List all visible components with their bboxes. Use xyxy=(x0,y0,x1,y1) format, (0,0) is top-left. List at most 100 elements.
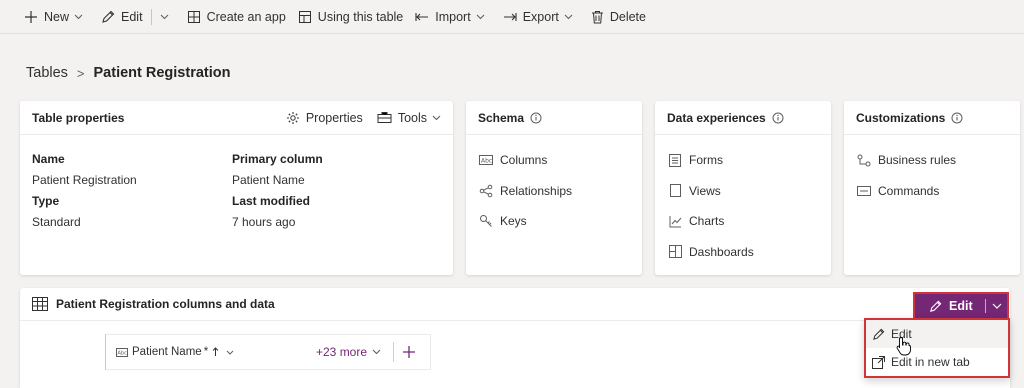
edit-label: Edit xyxy=(121,9,143,24)
command-bar: New Edit Create an app Using this table … xyxy=(0,0,1024,34)
chevron-down-icon xyxy=(74,14,83,20)
toolbox-icon xyxy=(377,111,392,124)
using-table-label: Using this table xyxy=(317,9,404,24)
trash-icon xyxy=(591,10,604,24)
app-grid-icon xyxy=(187,10,201,24)
views-link[interactable]: Views xyxy=(667,176,819,207)
pencil-icon xyxy=(101,10,115,24)
chevron-down-icon xyxy=(372,349,381,355)
plus-icon xyxy=(402,345,416,359)
forms-label: Forms xyxy=(689,153,723,168)
relationships-link[interactable]: Relationships xyxy=(478,176,630,207)
edit-button[interactable]: Edit xyxy=(915,294,985,318)
more-columns-button[interactable]: +23 more xyxy=(310,345,381,359)
charts-link[interactable]: Charts xyxy=(667,206,819,237)
pencil-icon xyxy=(872,328,885,341)
command-icon xyxy=(856,185,872,196)
sort-up-arrow-icon xyxy=(212,347,219,357)
add-column-button[interactable] xyxy=(393,342,416,362)
breadcrumb: Tables > Patient Registration xyxy=(26,65,230,81)
chevron-down-icon xyxy=(226,350,234,355)
business-rules-link[interactable]: Business rules xyxy=(856,145,1008,176)
import-arrow-icon xyxy=(415,10,429,24)
column-header-patient-name[interactable]: Abc Patient Name * xyxy=(106,335,310,369)
more-columns-label: +23 more xyxy=(316,345,368,359)
card-title: Table properties xyxy=(32,110,125,125)
menu-item-edit[interactable]: Edit xyxy=(866,320,1008,348)
customizations-card: Customizations Business rules Commands xyxy=(844,101,1020,275)
keys-link[interactable]: Keys xyxy=(478,206,630,237)
tools-label: Tools xyxy=(397,110,427,125)
columns-data-panel: Patient Registration columns and data Ab… xyxy=(20,288,1010,388)
primary-column-label: Primary column xyxy=(232,152,323,166)
panel-header: Patient Registration columns and data xyxy=(20,288,1010,321)
create-app-label: Create an app xyxy=(206,9,286,24)
required-marker: * xyxy=(203,346,209,358)
grid-header-row: Abc Patient Name * +23 more xyxy=(105,334,431,370)
gear-icon xyxy=(286,111,300,125)
export-button[interactable]: Export xyxy=(497,0,585,34)
type-value: Standard xyxy=(32,215,81,229)
dashboards-link[interactable]: Dashboards xyxy=(667,237,819,268)
export-label: Export xyxy=(522,9,559,24)
customizations-links: Business rules Commands xyxy=(844,135,1020,206)
panel-title: Patient Registration columns and data xyxy=(56,297,275,311)
chevron-down-icon xyxy=(160,14,169,20)
properties-column-left: Name Patient Registration Type Standard xyxy=(32,149,137,233)
import-label: Import xyxy=(435,9,471,24)
using-table-button[interactable]: Using this table xyxy=(292,0,409,34)
breadcrumb-tables-link[interactable]: Tables xyxy=(26,65,68,81)
table-properties-card: Table properties Properties Tools Name P… xyxy=(20,101,453,275)
card-title: Data experiences xyxy=(667,110,766,125)
form-icon xyxy=(667,153,683,167)
edit-dropdown-chevron[interactable] xyxy=(154,0,181,34)
card-header: Table properties Properties Tools xyxy=(20,101,453,135)
forms-link[interactable]: Forms xyxy=(667,145,819,176)
properties-button[interactable]: Properties xyxy=(286,111,363,125)
columns-link[interactable]: Abc Columns xyxy=(478,145,630,176)
svg-text:Abc: Abc xyxy=(118,350,128,356)
edit-dropdown-toggle[interactable] xyxy=(986,294,1007,318)
card-header-actions: Properties Tools xyxy=(272,111,441,125)
keys-label: Keys xyxy=(500,214,527,229)
last-modified-label: Last modified xyxy=(232,194,311,208)
name-label: Name xyxy=(32,152,65,166)
delete-button[interactable]: Delete xyxy=(585,0,652,34)
edit-split-button: Edit xyxy=(913,292,1009,320)
new-button[interactable]: New xyxy=(18,0,95,34)
card-header: Data experiences xyxy=(655,101,831,135)
name-value: Patient Registration xyxy=(32,173,137,187)
data-experiences-card: Data experiences Forms Views Charts Dash… xyxy=(655,101,831,275)
new-label: New xyxy=(44,9,70,24)
relationship-icon xyxy=(478,184,494,198)
svg-text:Abc: Abc xyxy=(481,158,492,165)
edit-dropdown-menu: Edit Edit in new tab xyxy=(864,318,1010,378)
view-icon xyxy=(667,184,683,198)
edit-command-button[interactable]: Edit xyxy=(95,0,149,34)
card-header: Customizations xyxy=(844,101,1020,135)
tools-button[interactable]: Tools xyxy=(377,111,441,125)
schema-links: Abc Columns Relationships Keys xyxy=(466,135,642,237)
column-icon: Abc xyxy=(478,155,494,166)
chevron-down-icon xyxy=(432,115,441,121)
menu-item-edit-new-tab[interactable]: Edit in new tab xyxy=(866,348,1008,376)
type-label: Type xyxy=(32,194,60,208)
separator xyxy=(150,8,152,25)
info-icon[interactable] xyxy=(951,112,963,124)
info-icon[interactable] xyxy=(530,112,542,124)
hand-cursor-icon xyxy=(896,336,912,359)
info-icon[interactable] xyxy=(772,112,784,124)
schema-card: Schema Abc Columns Relationships Keys xyxy=(466,101,642,275)
table-app-icon xyxy=(298,10,312,24)
commands-label: Commands xyxy=(878,183,940,198)
chart-icon xyxy=(667,215,683,228)
commands-link[interactable]: Commands xyxy=(856,176,1008,207)
import-button[interactable]: Import xyxy=(409,0,496,34)
column-header-label: Patient Name xyxy=(132,346,202,358)
create-app-button[interactable]: Create an app xyxy=(181,0,292,34)
breadcrumb-separator: > xyxy=(76,65,85,81)
columns-label: Columns xyxy=(500,153,548,168)
card-title: Customizations xyxy=(856,110,946,125)
card-header: Schema xyxy=(466,101,642,135)
dashboards-label: Dashboards xyxy=(689,244,754,259)
